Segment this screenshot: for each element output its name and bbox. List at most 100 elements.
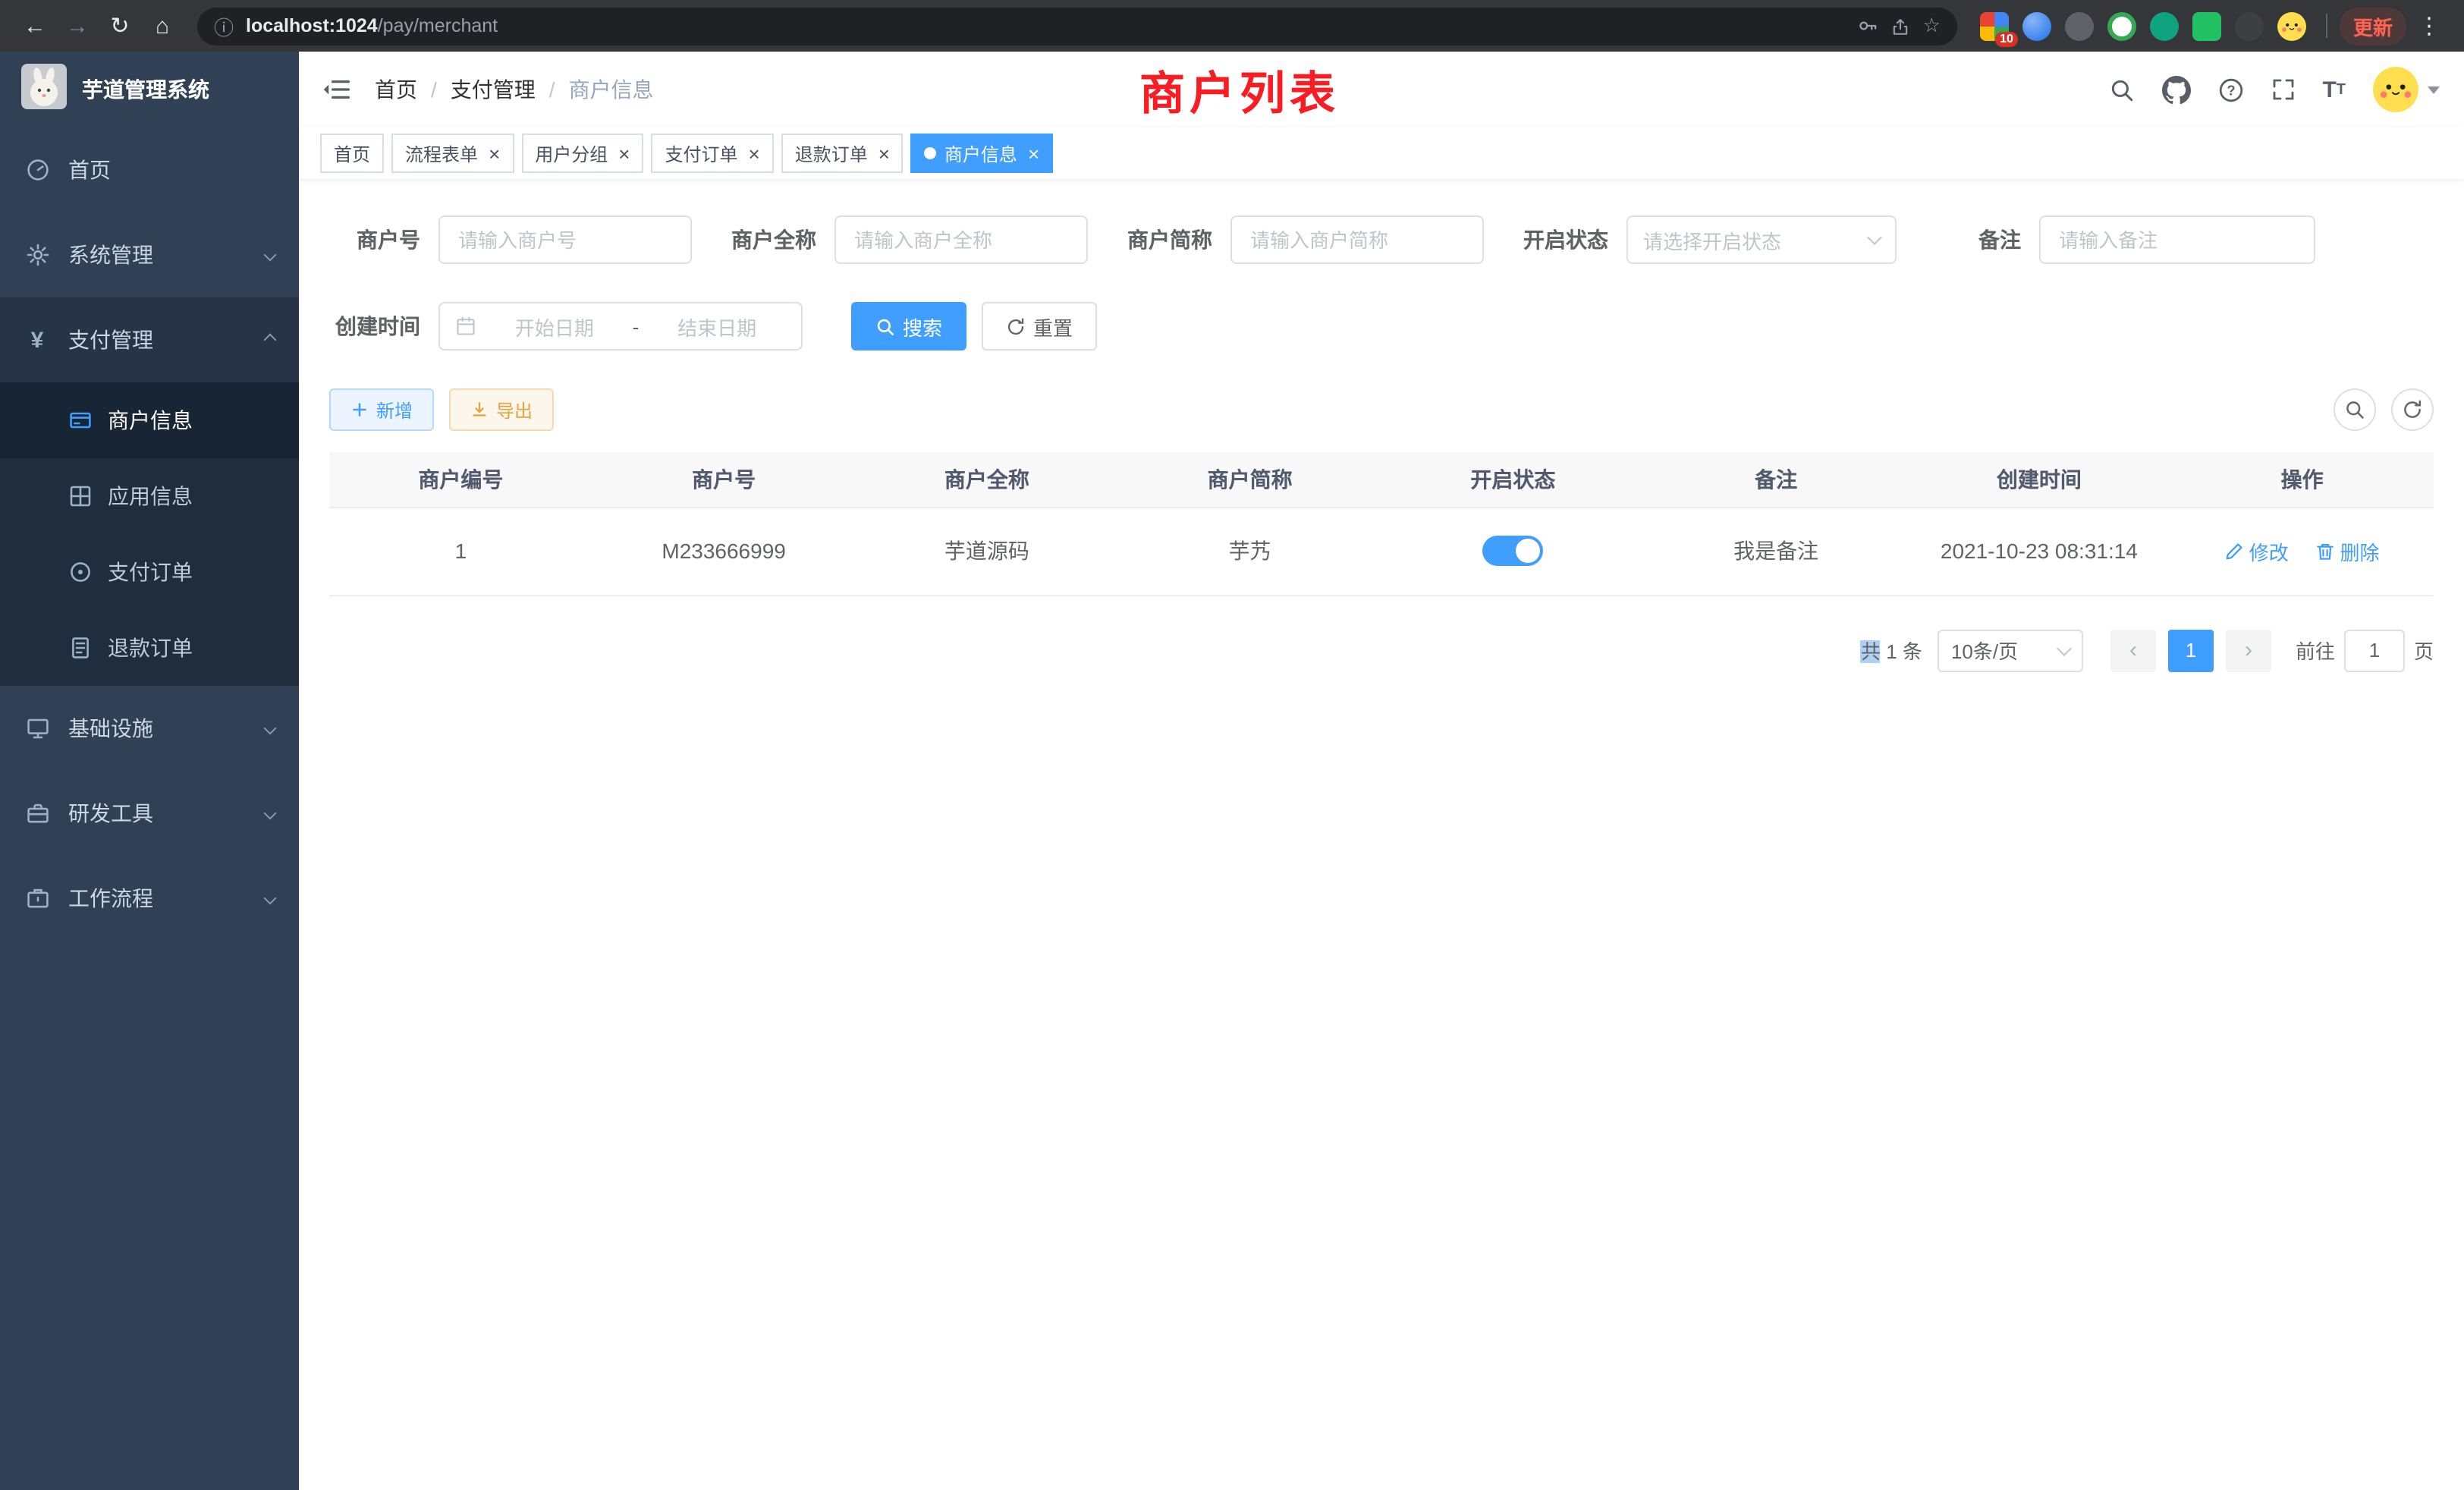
extension-multicolor-icon[interactable]	[2107, 11, 2136, 40]
breadcrumb-payment[interactable]: 支付管理	[451, 74, 536, 105]
credit-card-icon	[67, 407, 93, 433]
fullscreen-icon[interactable]	[2271, 77, 2295, 102]
tags-view: 首页 流程表单× 用户分组× 支付订单× 退款订单× 商户信息×	[299, 127, 2464, 179]
address-bar[interactable]: ⓘ localhost:1024/pay/merchant ☆	[197, 7, 1957, 45]
password-key-icon[interactable]	[1858, 15, 1879, 36]
col-merchant-no: 商户号	[592, 452, 856, 507]
goto-page-input[interactable]	[2344, 629, 2405, 671]
prev-page-button[interactable]: ‹	[2110, 629, 2156, 671]
refresh-icon[interactable]	[2391, 388, 2434, 431]
github-icon[interactable]	[2161, 75, 2190, 104]
extension-grid-icon[interactable]: 10	[1980, 11, 2009, 40]
target-icon	[67, 559, 93, 585]
breadcrumb-home[interactable]: 首页	[375, 74, 417, 105]
extension-gray-icon[interactable]	[2065, 11, 2094, 40]
sidebar-logo[interactable]: 芋道管理系统	[0, 52, 299, 127]
font-size-icon[interactable]: TT	[2322, 77, 2346, 102]
sidebar-item-merchant-info[interactable]: 商户信息	[0, 382, 299, 458]
short-name-label: 商户简称	[1121, 225, 1230, 255]
share-icon[interactable]	[1891, 16, 1911, 36]
sidebar-item-label: 首页	[68, 155, 111, 185]
status-toggle[interactable]	[1482, 536, 1543, 566]
edit-link[interactable]: 修改	[2225, 536, 2289, 565]
active-dot	[925, 147, 937, 159]
breadcrumb: 首页 / 支付管理 / 商户信息	[375, 74, 654, 105]
sidebar-item-dev-tools[interactable]: 研发工具	[0, 771, 299, 856]
close-icon[interactable]: ×	[749, 143, 760, 163]
tab-refund-order[interactable]: 退款订单×	[781, 134, 904, 173]
reset-button[interactable]: 重置	[982, 302, 1097, 350]
extension-teal-icon[interactable]	[2150, 11, 2179, 40]
sidebar-item-home[interactable]: 首页	[0, 127, 299, 212]
sidebar-item-label: 应用信息	[108, 481, 193, 511]
merchant-no-input[interactable]	[438, 215, 692, 264]
browser-menu-dots-icon[interactable]: ⋮	[2409, 6, 2449, 46]
browser-home-icon[interactable]: ⌂	[143, 6, 182, 46]
cell-short-name: 芋艿	[1118, 507, 1381, 595]
extensions-area: 10	[1972, 11, 2314, 40]
remark-input[interactable]	[2039, 215, 2315, 264]
caret-down-icon	[2428, 86, 2440, 99]
sidebar-item-refund-order[interactable]: 退款订单	[0, 610, 299, 686]
sidebar-item-system[interactable]: 系统管理	[0, 212, 299, 297]
page-number-button[interactable]: 1	[2168, 629, 2214, 671]
tab-user-group[interactable]: 用户分组×	[521, 134, 643, 173]
col-status: 开启状态	[1381, 452, 1645, 507]
close-icon[interactable]: ×	[489, 143, 500, 163]
toggle-search-icon[interactable]	[2334, 388, 2376, 431]
browser-reload-icon[interactable]: ↻	[100, 6, 140, 46]
close-icon[interactable]: ×	[618, 143, 630, 163]
remark-label: 备注	[1930, 225, 2039, 255]
extension-dark-icon[interactable]	[2235, 11, 2264, 40]
sidebar-item-infrastructure[interactable]: 基础设施	[0, 686, 299, 771]
extension-notes-icon[interactable]	[2192, 11, 2221, 40]
date-start-placeholder[interactable]: 开始日期	[486, 312, 624, 341]
merchant-name-input[interactable]	[834, 215, 1088, 264]
status-select[interactable]: 请选择开启状态	[1626, 215, 1897, 264]
sidebar-item-label: 商户信息	[108, 405, 193, 435]
browser-forward-icon[interactable]: →	[58, 6, 97, 46]
cell-actions: 修改 删除	[2170, 507, 2434, 595]
sidebar: 芋道管理系统 首页 系统管理 ¥	[0, 52, 299, 1490]
tab-process-form[interactable]: 流程表单×	[391, 134, 514, 173]
tab-merchant-info[interactable]: 商户信息×	[911, 134, 1053, 173]
search-icon[interactable]	[2108, 77, 2134, 102]
next-page-button[interactable]: ›	[2226, 629, 2271, 671]
page-size-select[interactable]: 10条/页	[1938, 629, 2083, 671]
short-name-input[interactable]	[1230, 215, 1484, 264]
sidebar-item-label: 系统管理	[68, 240, 153, 270]
col-short-name: 商户简称	[1118, 452, 1381, 507]
sidebar-item-label: 支付管理	[68, 325, 153, 355]
close-icon[interactable]: ×	[878, 143, 890, 163]
sidebar-item-app-info[interactable]: 应用信息	[0, 458, 299, 534]
help-icon[interactable]: ?	[2217, 77, 2243, 102]
browser-back-icon[interactable]: ←	[15, 6, 55, 46]
browser-profile-avatar[interactable]	[2277, 11, 2306, 40]
tab-pay-order[interactable]: 支付订单×	[651, 134, 773, 173]
sidebar-item-pay-order[interactable]: 支付订单	[0, 534, 299, 610]
cell-create-time: 2021-10-23 08:31:14	[1908, 507, 2171, 595]
close-icon[interactable]: ×	[1028, 143, 1039, 163]
toolbox-icon	[24, 800, 50, 826]
date-end-placeholder[interactable]: 结束日期	[648, 312, 786, 341]
search-button[interactable]: 搜索	[851, 302, 966, 350]
tab-home[interactable]: 首页	[320, 134, 384, 173]
bookmark-star-icon[interactable]: ☆	[1923, 14, 1941, 38]
user-avatar[interactable]	[2373, 67, 2440, 112]
sidebar-item-label: 支付订单	[108, 557, 193, 587]
filter-row-1: 商户号 商户全称 商户简称 开启状态 请选择开启状态	[329, 215, 2434, 264]
merchant-no-label: 商户号	[329, 225, 438, 255]
col-remark: 备注	[1645, 452, 1908, 507]
date-range-picker[interactable]: 开始日期 - 结束日期	[438, 302, 803, 350]
extension-blue-icon[interactable]	[2022, 11, 2051, 40]
sidebar-item-payment[interactable]: ¥ 支付管理	[0, 297, 299, 382]
sidebar-item-workflow[interactable]: 工作流程	[0, 856, 299, 941]
export-button[interactable]: 导出	[449, 388, 554, 431]
page-info-icon[interactable]: ⓘ	[214, 11, 234, 40]
hamburger-icon[interactable]	[323, 77, 350, 102]
browser-update-button[interactable]: 更新	[2340, 7, 2406, 45]
delete-link[interactable]: 删除	[2316, 536, 2380, 565]
add-button[interactable]: 新增	[329, 388, 434, 431]
col-create-time: 创建时间	[1908, 452, 2171, 507]
sidebar-item-label: 基础设施	[68, 713, 153, 743]
